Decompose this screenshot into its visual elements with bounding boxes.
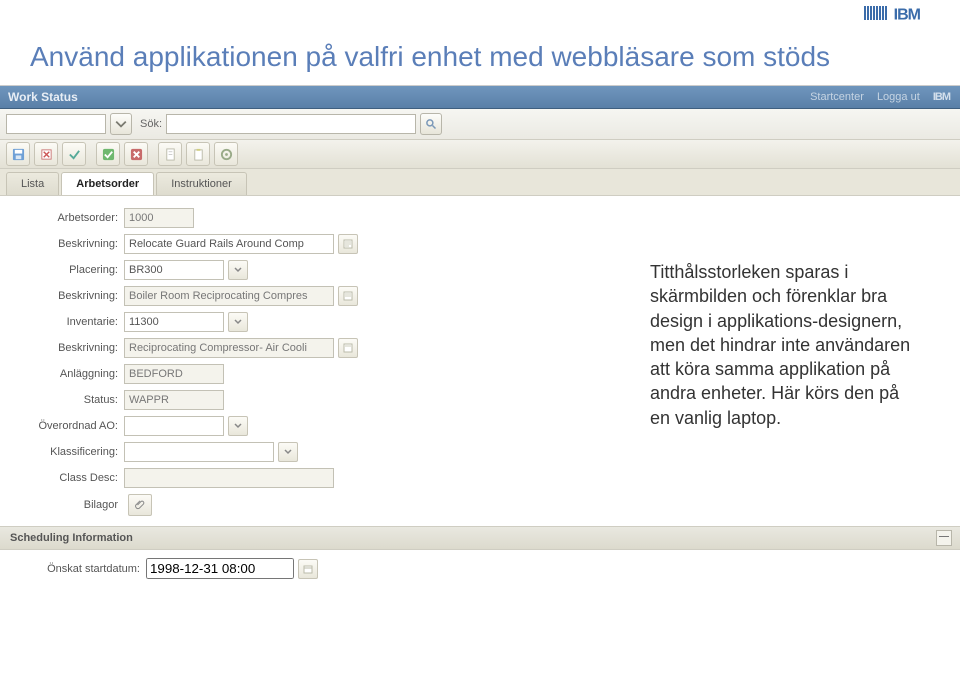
calendar-icon[interactable] xyxy=(298,559,318,579)
arbetsorder-label: Arbetsorder: xyxy=(10,212,118,224)
lookup-icon[interactable] xyxy=(228,416,248,436)
tab-arbetsorder[interactable]: Arbetsorder xyxy=(61,172,154,195)
toggle-icon[interactable] xyxy=(62,142,86,166)
status-label: Status: xyxy=(10,394,118,406)
app-name: Work Status xyxy=(8,86,78,108)
quick-id-input[interactable] xyxy=(6,114,106,134)
klass-label: Klassificering: xyxy=(10,446,118,458)
classdesc-field[interactable] xyxy=(124,468,334,488)
link-startcenter[interactable]: Startcenter xyxy=(810,91,864,103)
search-bar: Sök: xyxy=(0,109,960,140)
klass-field[interactable] xyxy=(124,442,274,462)
tab-bar: Lista Arbetsorder Instruktioner xyxy=(0,169,960,196)
inventarie-label: Inventarie: xyxy=(10,316,118,328)
anlaggning-label: Anläggning: xyxy=(10,368,118,380)
lookup-icon[interactable] xyxy=(228,312,248,332)
search-input[interactable] xyxy=(166,114,416,134)
reject-icon[interactable] xyxy=(124,142,148,166)
long-desc-icon[interactable] xyxy=(338,234,358,254)
long-desc-icon[interactable] xyxy=(338,338,358,358)
beskrivning2-label: Beskrivning: xyxy=(10,290,118,302)
overordnad-label: Överordnad AO: xyxy=(10,420,118,432)
doc-icon[interactable] xyxy=(158,142,182,166)
attachments-icon[interactable] xyxy=(128,494,152,516)
arbetsorder-field[interactable] xyxy=(124,208,194,228)
annotation-text: Titthålsstorleken sparas i skärmbilden o… xyxy=(650,260,920,430)
dropdown-button[interactable] xyxy=(110,113,132,135)
link-logout[interactable]: Logga ut xyxy=(877,91,920,103)
status-field[interactable] xyxy=(124,390,224,410)
beskrivning1-label: Beskrivning: xyxy=(10,238,118,250)
lookup-icon[interactable] xyxy=(228,260,248,280)
titlebar: Work Status Startcenter Logga ut IBM xyxy=(0,86,960,109)
clear-icon[interactable] xyxy=(34,142,58,166)
classdesc-label: Class Desc: xyxy=(10,472,118,484)
section-title: Scheduling Information xyxy=(10,532,133,544)
anlaggning-field[interactable] xyxy=(124,364,224,384)
brand-logo: IBM xyxy=(864,6,920,25)
search-label: Sök: xyxy=(140,118,162,130)
placering-label: Placering: xyxy=(10,264,118,276)
toolbar xyxy=(0,140,960,169)
startdate-label: Önskat startdatum: xyxy=(10,563,140,575)
settings-icon[interactable] xyxy=(214,142,238,166)
tab-instruktioner[interactable]: Instruktioner xyxy=(156,172,247,195)
scheduling-row: Önskat startdatum: xyxy=(0,550,960,587)
save-icon[interactable] xyxy=(6,142,30,166)
inventarie-field[interactable] xyxy=(124,312,224,332)
slide-title: Använd applikationen på valfri enhet med… xyxy=(0,23,960,83)
beskrivning2-field[interactable] xyxy=(124,286,334,306)
clipboard-icon[interactable] xyxy=(186,142,210,166)
approve-icon[interactable] xyxy=(96,142,120,166)
beskrivning3-field[interactable] xyxy=(124,338,334,358)
search-button[interactable] xyxy=(420,113,442,135)
overordnad-field[interactable] xyxy=(124,416,224,436)
bilagor-label: Bilagor xyxy=(10,499,118,511)
collapse-icon[interactable]: — xyxy=(936,530,952,546)
long-desc-icon[interactable] xyxy=(338,286,358,306)
beskrivning3-label: Beskrivning: xyxy=(10,342,118,354)
tab-lista[interactable]: Lista xyxy=(6,172,59,195)
section-scheduling: Scheduling Information — xyxy=(0,526,960,550)
mini-brand-logo: IBM xyxy=(933,91,950,103)
beskrivning1-field[interactable] xyxy=(124,234,334,254)
lookup-icon[interactable] xyxy=(278,442,298,462)
startdate-field[interactable] xyxy=(146,558,294,579)
placering-field[interactable] xyxy=(124,260,224,280)
